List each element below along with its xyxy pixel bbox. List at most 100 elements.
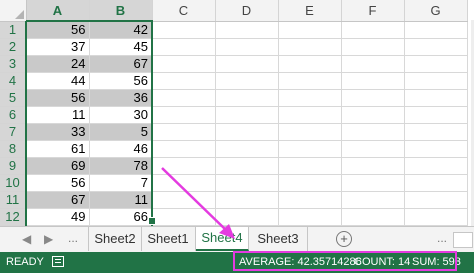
row-header[interactable]: 1 (0, 21, 27, 39)
cell-b5[interactable]: 36 (89, 89, 153, 107)
cell-b6[interactable]: 30 (89, 106, 153, 124)
cell-b1[interactable]: 42 (89, 20, 153, 39)
empty-cell[interactable] (278, 208, 342, 226)
empty-cell[interactable] (404, 38, 468, 56)
empty-cell[interactable] (152, 123, 216, 141)
cell-b12[interactable]: 66 (89, 208, 153, 226)
cell-a12[interactable]: 49 (25, 208, 90, 226)
row-header[interactable]: 10 (0, 174, 27, 192)
empty-cell[interactable] (215, 157, 279, 175)
empty-cell[interactable] (278, 157, 342, 175)
empty-cell[interactable] (278, 174, 342, 192)
empty-cell[interactable] (278, 140, 342, 158)
worksheet-table[interactable]: A B C D E F G 1 56 42 2 37 45 3 24 67 4 44 56 5 56 36 6… (0, 0, 468, 226)
column-header-e[interactable]: E (278, 0, 342, 22)
empty-cell[interactable] (152, 140, 216, 158)
empty-cell[interactable] (404, 140, 468, 158)
select-all-corner[interactable] (0, 0, 27, 22)
cell-b11[interactable]: 11 (89, 191, 153, 209)
empty-cell[interactable] (341, 174, 405, 192)
cell-a9[interactable]: 69 (25, 157, 90, 175)
empty-cell[interactable] (152, 21, 216, 39)
empty-cell[interactable] (215, 140, 279, 158)
empty-cell[interactable] (278, 55, 342, 73)
empty-cell[interactable] (341, 140, 405, 158)
column-header-c[interactable]: C (152, 0, 216, 22)
empty-cell[interactable] (278, 21, 342, 39)
row-header[interactable]: 2 (0, 38, 27, 56)
column-header-d[interactable]: D (215, 0, 279, 22)
empty-cell[interactable] (341, 21, 405, 39)
cell-b2[interactable]: 45 (89, 38, 153, 56)
tab-sheet4[interactable]: Sheet4 (196, 227, 249, 251)
cell-a11[interactable]: 67 (25, 191, 90, 209)
row-header[interactable]: 6 (0, 106, 27, 124)
cell-a3[interactable]: 24 (25, 55, 90, 73)
empty-cell[interactable] (215, 38, 279, 56)
cell-a8[interactable]: 61 (25, 140, 90, 158)
empty-cell[interactable] (278, 106, 342, 124)
empty-cell[interactable] (404, 208, 468, 226)
horizontal-scrollbar[interactable] (453, 232, 473, 248)
empty-cell[interactable] (278, 123, 342, 141)
empty-cell[interactable] (152, 55, 216, 73)
prev-sheet-arrow-icon[interactable]: ◀ (22, 232, 31, 246)
empty-cell[interactable] (404, 21, 468, 39)
add-sheet-icon[interactable]: + (336, 231, 352, 247)
empty-cell[interactable] (278, 38, 342, 56)
next-sheet-arrow-icon[interactable]: ▶ (44, 232, 53, 246)
empty-cell[interactable] (341, 55, 405, 73)
cell-a10[interactable]: 56 (25, 174, 90, 192)
empty-cell[interactable] (341, 38, 405, 56)
empty-cell[interactable] (404, 89, 468, 107)
empty-cell[interactable] (215, 191, 279, 209)
cell-b10[interactable]: 7 (89, 174, 153, 192)
empty-cell[interactable] (152, 89, 216, 107)
row-header[interactable]: 3 (0, 55, 27, 73)
empty-cell[interactable] (278, 72, 342, 90)
row-header[interactable]: 11 (0, 191, 27, 209)
empty-cell[interactable] (152, 174, 216, 192)
cell-b3[interactable]: 67 (89, 55, 153, 73)
empty-cell[interactable] (404, 72, 468, 90)
column-header-b[interactable]: B (89, 0, 153, 22)
empty-cell[interactable] (215, 72, 279, 90)
cell-a5[interactable]: 56 (25, 89, 90, 107)
empty-cell[interactable] (152, 72, 216, 90)
tab-sheet3[interactable]: Sheet3 (249, 227, 308, 251)
empty-cell[interactable] (341, 191, 405, 209)
empty-cell[interactable] (404, 123, 468, 141)
empty-cell[interactable] (278, 89, 342, 107)
row-header[interactable]: 7 (0, 123, 27, 141)
empty-cell[interactable] (215, 208, 279, 226)
empty-cell[interactable] (152, 191, 216, 209)
empty-cell[interactable] (278, 191, 342, 209)
empty-cell[interactable] (404, 174, 468, 192)
empty-cell[interactable] (404, 157, 468, 175)
empty-cell[interactable] (341, 72, 405, 90)
empty-cell[interactable] (404, 106, 468, 124)
empty-cell[interactable] (152, 157, 216, 175)
empty-cell[interactable] (341, 106, 405, 124)
empty-cell[interactable] (341, 89, 405, 107)
more-sheets-right-icon[interactable]: ... (437, 231, 447, 245)
tab-sheet1[interactable]: Sheet1 (141, 227, 196, 251)
empty-cell[interactable] (404, 191, 468, 209)
row-header[interactable]: 4 (0, 72, 27, 90)
spreadsheet-grid[interactable]: A B C D E F G 1 56 42 2 37 45 3 24 67 4 44 56 5 56 36 6… (0, 0, 474, 226)
cell-b4[interactable]: 56 (89, 72, 153, 90)
row-header[interactable]: 8 (0, 140, 27, 158)
empty-cell[interactable] (341, 157, 405, 175)
empty-cell[interactable] (215, 21, 279, 39)
empty-cell[interactable] (215, 123, 279, 141)
cell-a2[interactable]: 37 (25, 38, 90, 56)
cell-b9[interactable]: 78 (89, 157, 153, 175)
empty-cell[interactable] (341, 123, 405, 141)
cell-b7[interactable]: 5 (89, 123, 153, 141)
cell-a4[interactable]: 44 (25, 72, 90, 90)
cell-b8[interactable]: 46 (89, 140, 153, 158)
empty-cell[interactable] (152, 208, 216, 226)
more-sheets-left-icon[interactable]: ... (68, 231, 78, 245)
column-header-f[interactable]: F (341, 0, 405, 22)
empty-cell[interactable] (152, 106, 216, 124)
